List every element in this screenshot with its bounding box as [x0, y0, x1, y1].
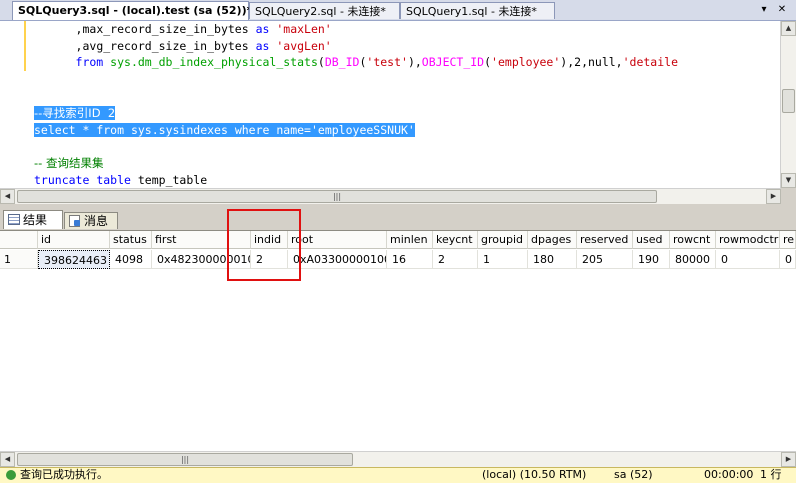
grid-hscroll-thumb[interactable]: |||: [17, 453, 353, 466]
tab-sqlquery2[interactable]: SQLQuery2.sql - 未连接*: [249, 2, 400, 19]
cell-dpages[interactable]: 180: [528, 250, 577, 269]
grid-scroll-right-icon[interactable]: ▶: [781, 452, 796, 467]
scroll-left-icon[interactable]: ◀: [0, 189, 15, 204]
cell-minlen[interactable]: 16: [387, 250, 433, 269]
scroll-right-icon[interactable]: ▶: [766, 189, 781, 204]
status-server: (local) (10.50 RTM): [482, 468, 587, 481]
tab-sqlquery1[interactable]: SQLQuery1.sql - 未连接*: [400, 2, 555, 19]
code-line-select: select * from sys.sysindexes where name=…: [34, 123, 415, 137]
editor-hscroll-thumb[interactable]: |||: [17, 190, 657, 203]
column-header-root[interactable]: root: [288, 231, 387, 249]
code-area[interactable]: ,max_record_size_in_bytes as 'maxLen' ,a…: [34, 21, 780, 187]
grid-icon: [8, 214, 20, 225]
cell-reserved[interactable]: 205: [577, 250, 633, 269]
cell-re[interactable]: 0: [780, 250, 796, 269]
code-line-comment-find-index: --寻找索引ID 2: [34, 106, 116, 120]
editor-scroll-thumb[interactable]: [782, 89, 795, 113]
tab-results[interactable]: 结果: [3, 210, 63, 229]
column-header-rowmodctr[interactable]: rowmodctr: [716, 231, 780, 249]
row-header-corner: [0, 231, 38, 249]
tab-messages[interactable]: 消息: [64, 212, 118, 229]
column-header-dpages[interactable]: dpages: [528, 231, 577, 249]
cell-groupid[interactable]: 1: [478, 250, 528, 269]
status-bar: 查询已成功执行。 (local) (10.50 RTM) sa (52) 00:…: [0, 467, 796, 483]
close-tab-icon[interactable]: ✕: [774, 2, 790, 18]
status-user: sa (52): [614, 468, 653, 481]
status-rows: 1 行: [760, 468, 782, 481]
cell-rowcnt[interactable]: 80000: [670, 250, 716, 269]
cell-id[interactable]: 398624463: [38, 250, 110, 269]
column-header-id[interactable]: id: [38, 231, 110, 249]
cell-used[interactable]: 190: [633, 250, 670, 269]
query-editor[interactable]: ,max_record_size_in_bytes as 'maxLen' ,a…: [0, 21, 780, 188]
code-line-comment-query-results: -- 查询结果集: [34, 156, 104, 170]
scroll-down-icon[interactable]: ▼: [781, 173, 796, 188]
code-line-1: ,max_record_size_in_bytes as 'maxLen': [34, 22, 332, 36]
code-line-truncate: truncate table temp_table: [34, 173, 208, 187]
scroll-up-icon[interactable]: ▲: [781, 21, 796, 36]
column-header-groupid[interactable]: groupid: [478, 231, 528, 249]
cell-rowmodctr[interactable]: 0: [716, 250, 780, 269]
column-header-reserved[interactable]: reserved: [577, 231, 633, 249]
code-line-3: from sys.dm_db_index_physical_stats(DB_I…: [34, 55, 678, 69]
message-icon: [69, 215, 80, 227]
column-header-keycnt[interactable]: keycnt: [433, 231, 478, 249]
column-header-rowcnt[interactable]: rowcnt: [670, 231, 716, 249]
result-tabs: 结果 消息: [0, 209, 796, 230]
results-grid[interactable]: id status first indid root minlen keycnt…: [0, 230, 796, 468]
code-line-2: ,avg_record_size_in_bytes as 'avgLen': [34, 39, 332, 53]
cell-keycnt[interactable]: 2: [433, 250, 478, 269]
cell-status[interactable]: 4098: [110, 250, 152, 269]
cell-root[interactable]: 0xA03300000100: [288, 250, 387, 269]
tab-sqlquery3[interactable]: SQLQuery3.sql - (local).test (sa (52))*: [12, 1, 252, 20]
grid-scroll-left-icon[interactable]: ◀: [0, 452, 15, 467]
column-header-status[interactable]: status: [110, 231, 152, 249]
changed-lines-marker: [24, 21, 26, 71]
row-number[interactable]: 1: [0, 250, 38, 269]
query-status: 查询已成功执行。: [0, 468, 108, 482]
editor-horizontal-scrollbar[interactable]: ◀ ||| ▶: [0, 188, 781, 204]
success-icon: [6, 470, 16, 480]
column-header-used[interactable]: used: [633, 231, 670, 249]
editor-margin: [0, 21, 26, 188]
indid-highlight-box: [227, 209, 301, 281]
document-tab-strip: SQLQuery3.sql - (local).test (sa (52))* …: [0, 0, 796, 21]
status-time: 00:00:00: [704, 468, 754, 481]
tab-list-dropdown-icon[interactable]: ▾: [756, 2, 772, 18]
column-header-minlen[interactable]: minlen: [387, 231, 433, 249]
column-header-re[interactable]: re: [780, 231, 796, 249]
editor-vertical-scrollbar[interactable]: ▲ ▼: [780, 21, 796, 188]
grid-horizontal-scrollbar[interactable]: ◀ ||| ▶: [0, 451, 796, 467]
